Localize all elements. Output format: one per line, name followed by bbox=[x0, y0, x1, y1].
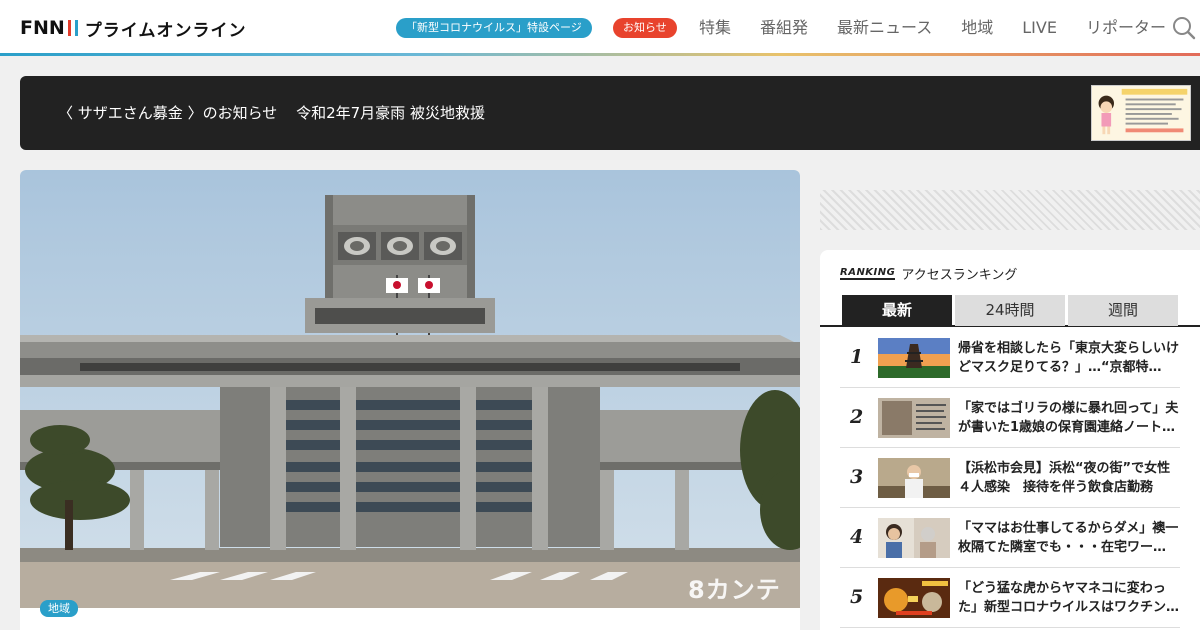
ranking-title: 【浜松市会見】浜松“夜の街”で女性４人感染 接待を伴う飲食店勤務 bbox=[958, 461, 1171, 495]
banner-text: 〈 サザエさん募金 〉のお知らせ 令和2年7月豪雨 被災地救援 bbox=[58, 102, 485, 123]
nav-item-features[interactable]: 特集 bbox=[699, 16, 731, 40]
ad-placeholder bbox=[820, 190, 1200, 230]
logo-bar-red bbox=[67, 20, 71, 36]
nav-item-live[interactable]: LIVE bbox=[1022, 16, 1057, 40]
nav-item-latest-news[interactable]: 最新ニュース bbox=[837, 16, 932, 40]
ranking-list: 1 帰省を相談したら「東京大変らしいけどマスク足りてる？」…“京都特… 2 「家… bbox=[840, 328, 1180, 628]
nav-item-reporter[interactable]: リポーター bbox=[1086, 16, 1166, 40]
logo-bar-blue bbox=[74, 20, 78, 36]
sazae-fund-banner[interactable]: 〈 サザエさん募金 〉のお知らせ 令和2年7月豪雨 被災地救援 bbox=[20, 76, 1200, 150]
tab-24h[interactable]: 24時間 bbox=[955, 295, 1065, 326]
ranking-thumbnail bbox=[878, 578, 950, 618]
ranking-title: 「家ではゴリラの様に暴れ回って」夫が書いた1歳娘の保育園連絡ノート… bbox=[958, 401, 1179, 435]
notice-link[interactable]: お知らせ bbox=[613, 18, 677, 38]
banner-fund-name: サザエさん募金 bbox=[77, 104, 183, 122]
rank-number: 5 bbox=[850, 586, 864, 608]
search-icon[interactable] bbox=[1172, 16, 1196, 40]
rank-number: 4 bbox=[850, 526, 864, 548]
banner-thumbnail bbox=[1091, 85, 1191, 141]
covid-special-page-link[interactable]: 「新型コロナウイルス」特設ページ bbox=[396, 18, 592, 38]
tab-latest[interactable]: 最新 bbox=[842, 295, 952, 326]
logo-fnn: FNN bbox=[20, 17, 65, 39]
ranking-title: 「どう猛な虎からヤマネコに変わった」新型コロナウイルスはワクチン… bbox=[958, 581, 1180, 615]
site-header: FNN プライムオンライン 「新型コロナウイルス」特設ページ お知らせ 特集 番… bbox=[0, 0, 1200, 56]
hero-image-government-building bbox=[20, 170, 800, 608]
banner-left-chevron: 〈 bbox=[58, 104, 74, 122]
ranking-item[interactable]: 3 【浜松市会見】浜松“夜の街”で女性４人感染 接待を伴う飲食店勤務 bbox=[840, 448, 1180, 508]
ranking-label: アクセスランキング bbox=[901, 268, 1018, 283]
ranking-title: 「ママはお仕事してるからダメ」襖一枚隔てた隣室でも・・・在宅ワー… bbox=[958, 521, 1179, 555]
tab-weekly[interactable]: 週間 bbox=[1068, 295, 1178, 326]
ranking-thumbnail bbox=[878, 398, 950, 438]
ranking-thumbnail bbox=[878, 518, 950, 558]
header-gradient-stripe bbox=[0, 53, 1200, 56]
ranking-heading: RANKING アクセスランキング bbox=[840, 264, 1017, 283]
ranking-title: 帰省を相談したら「東京大変らしいけどマスク足りてる？」…“京都特… bbox=[958, 341, 1180, 375]
nav-item-programs[interactable]: 番組発 bbox=[760, 16, 808, 40]
rank-number: 3 bbox=[850, 466, 864, 488]
site-logo[interactable]: FNN プライムオンライン bbox=[20, 17, 247, 41]
main-nav: 特集 番組発 最新ニュース 地域 LIVE リポーター bbox=[699, 16, 1195, 40]
banner-right-chevron: 〉 bbox=[187, 104, 203, 122]
ranking-item[interactable]: 5 「どう猛な虎からヤマネコに変わった」新型コロナウイルスはワクチン… bbox=[840, 568, 1180, 628]
category-tag-region[interactable]: 地域 bbox=[40, 600, 78, 617]
rank-number: 1 bbox=[850, 346, 864, 368]
ranking-item[interactable]: 4 「ママはお仕事してるからダメ」襖一枚隔てた隣室でも・・・在宅ワー… bbox=[840, 508, 1180, 568]
rank-number: 2 bbox=[850, 406, 864, 428]
broadcaster-watermark: 8カンテレ bbox=[688, 576, 781, 630]
ranking-thumbnail bbox=[878, 458, 950, 498]
ranking-item[interactable]: 1 帰省を相談したら「東京大変らしいけどマスク足りてる？」…“京都特… bbox=[840, 328, 1180, 388]
ranking-thumbnail bbox=[878, 338, 950, 378]
banner-headline: 令和2年7月豪雨 被災地救援 bbox=[296, 104, 485, 122]
access-ranking-panel: RANKING アクセスランキング 最新 24時間 週間 1 帰省を相談したら「… bbox=[820, 250, 1200, 630]
banner-notice: のお知らせ bbox=[202, 104, 278, 122]
ranking-tabs: 最新 24時間 週間 bbox=[820, 295, 1200, 327]
logo-name: プライムオンライン bbox=[84, 20, 247, 41]
ranking-label-en: RANKING bbox=[840, 267, 896, 280]
nav-item-region[interactable]: 地域 bbox=[961, 16, 993, 40]
ranking-item[interactable]: 2 「家ではゴリラの様に暴れ回って」夫が書いた1歳娘の保育園連絡ノート… bbox=[840, 388, 1180, 448]
hero-article-card[interactable]: 8カンテレ 地域 bbox=[20, 170, 800, 630]
